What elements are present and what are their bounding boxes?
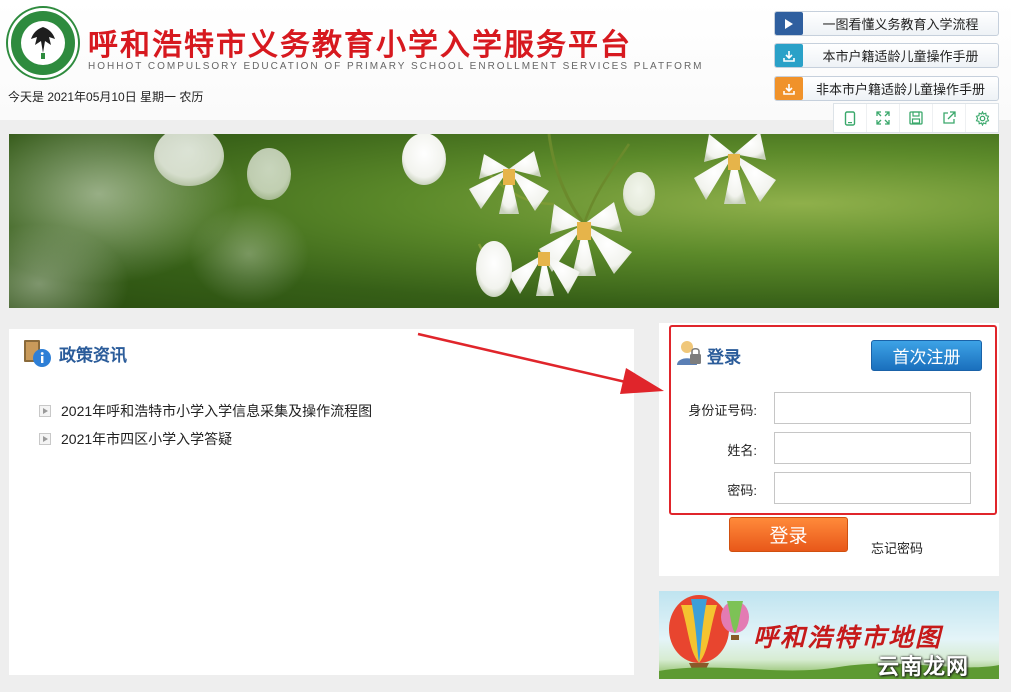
policy-list: 2021年呼和浩特市小学入学信息采集及操作流程图 2021年市四区小学入学答疑	[39, 397, 372, 453]
policy-item[interactable]: 2021年市四区小学入学答疑	[39, 425, 372, 453]
quick-link-label: 非本市户籍适龄儿童操作手册	[815, 82, 985, 97]
policy-panel: 政策资讯 2021年呼和浩特市小学入学信息采集及操作流程图 2021年市四区小学…	[9, 329, 634, 675]
save-icon[interactable]	[900, 104, 933, 132]
flower-illustration	[9, 134, 776, 308]
policy-title: 政策资讯	[59, 345, 127, 365]
download-icon	[775, 44, 803, 67]
chevron-right-icon	[775, 12, 803, 35]
policy-item-link[interactable]: 2021年市四区小学入学答疑	[61, 429, 232, 449]
user-lock-icon	[675, 339, 703, 372]
name-input[interactable]	[774, 432, 971, 464]
date-line: 今天是 2021年05月10日 星期一 农历	[8, 90, 204, 104]
site-title: 呼和浩特市义务教育小学入学服务平台	[88, 28, 632, 63]
watermark-text: 云南龙网	[877, 654, 970, 679]
mobile-icon[interactable]	[834, 104, 867, 132]
settings-icon[interactable]	[966, 104, 998, 132]
crane-logo-icon	[31, 27, 55, 59]
login-submit-button[interactable]: 登录	[729, 517, 848, 552]
quick-link-nonlocal-manual[interactable]: 非本市户籍适龄儿童操作手册	[774, 76, 999, 101]
password-row: 密码:	[659, 472, 997, 504]
id-number-input[interactable]	[774, 392, 971, 424]
policy-header: 政策资讯	[23, 338, 127, 368]
play-bullet-icon	[39, 433, 51, 445]
password-input[interactable]	[774, 472, 971, 504]
play-bullet-icon	[39, 405, 51, 417]
download-icon	[775, 77, 803, 100]
toolbar	[833, 103, 999, 133]
forgot-password-link[interactable]: 忘记密码	[871, 538, 923, 557]
fullscreen-icon[interactable]	[867, 104, 900, 132]
password-label: 密码:	[727, 483, 757, 498]
id-number-row: 身份证号码:	[659, 392, 997, 424]
id-number-label: 身份证号码:	[688, 403, 757, 418]
header: 呼和浩特市义务教育小学入学服务平台 HOHHOT COMPULSORY EDUC…	[0, 0, 1011, 120]
policy-item-link[interactable]: 2021年呼和浩特市小学入学信息采集及操作流程图	[61, 401, 372, 421]
quick-link-label: 一图看懂义务教育入学流程	[822, 17, 979, 32]
hero-banner-flowers	[9, 134, 999, 308]
quick-link-label: 本市户籍适龄儿童操作手册	[822, 49, 979, 64]
login-header: 登录	[675, 339, 741, 372]
quick-link-local-manual[interactable]: 本市户籍适龄儿童操作手册	[774, 43, 999, 68]
site-subtitle: HOHHOT COMPULSORY EDUCATION OF PRIMARY S…	[88, 61, 704, 72]
site-logo[interactable]	[8, 8, 78, 78]
share-icon[interactable]	[933, 104, 966, 132]
name-row: 姓名:	[659, 432, 997, 464]
login-panel: 登录 首次注册 身份证号码: 姓名: 密码: 登录 忘记密码	[659, 323, 999, 576]
login-title: 登录	[707, 348, 741, 367]
register-button[interactable]: 首次注册	[871, 340, 982, 371]
name-label: 姓名:	[727, 443, 757, 458]
quick-link-enrollment-flow[interactable]: 一图看懂义务教育入学流程	[774, 11, 999, 36]
policy-item[interactable]: 2021年呼和浩特市小学入学信息采集及操作流程图	[39, 397, 372, 425]
info-book-icon	[23, 338, 53, 368]
